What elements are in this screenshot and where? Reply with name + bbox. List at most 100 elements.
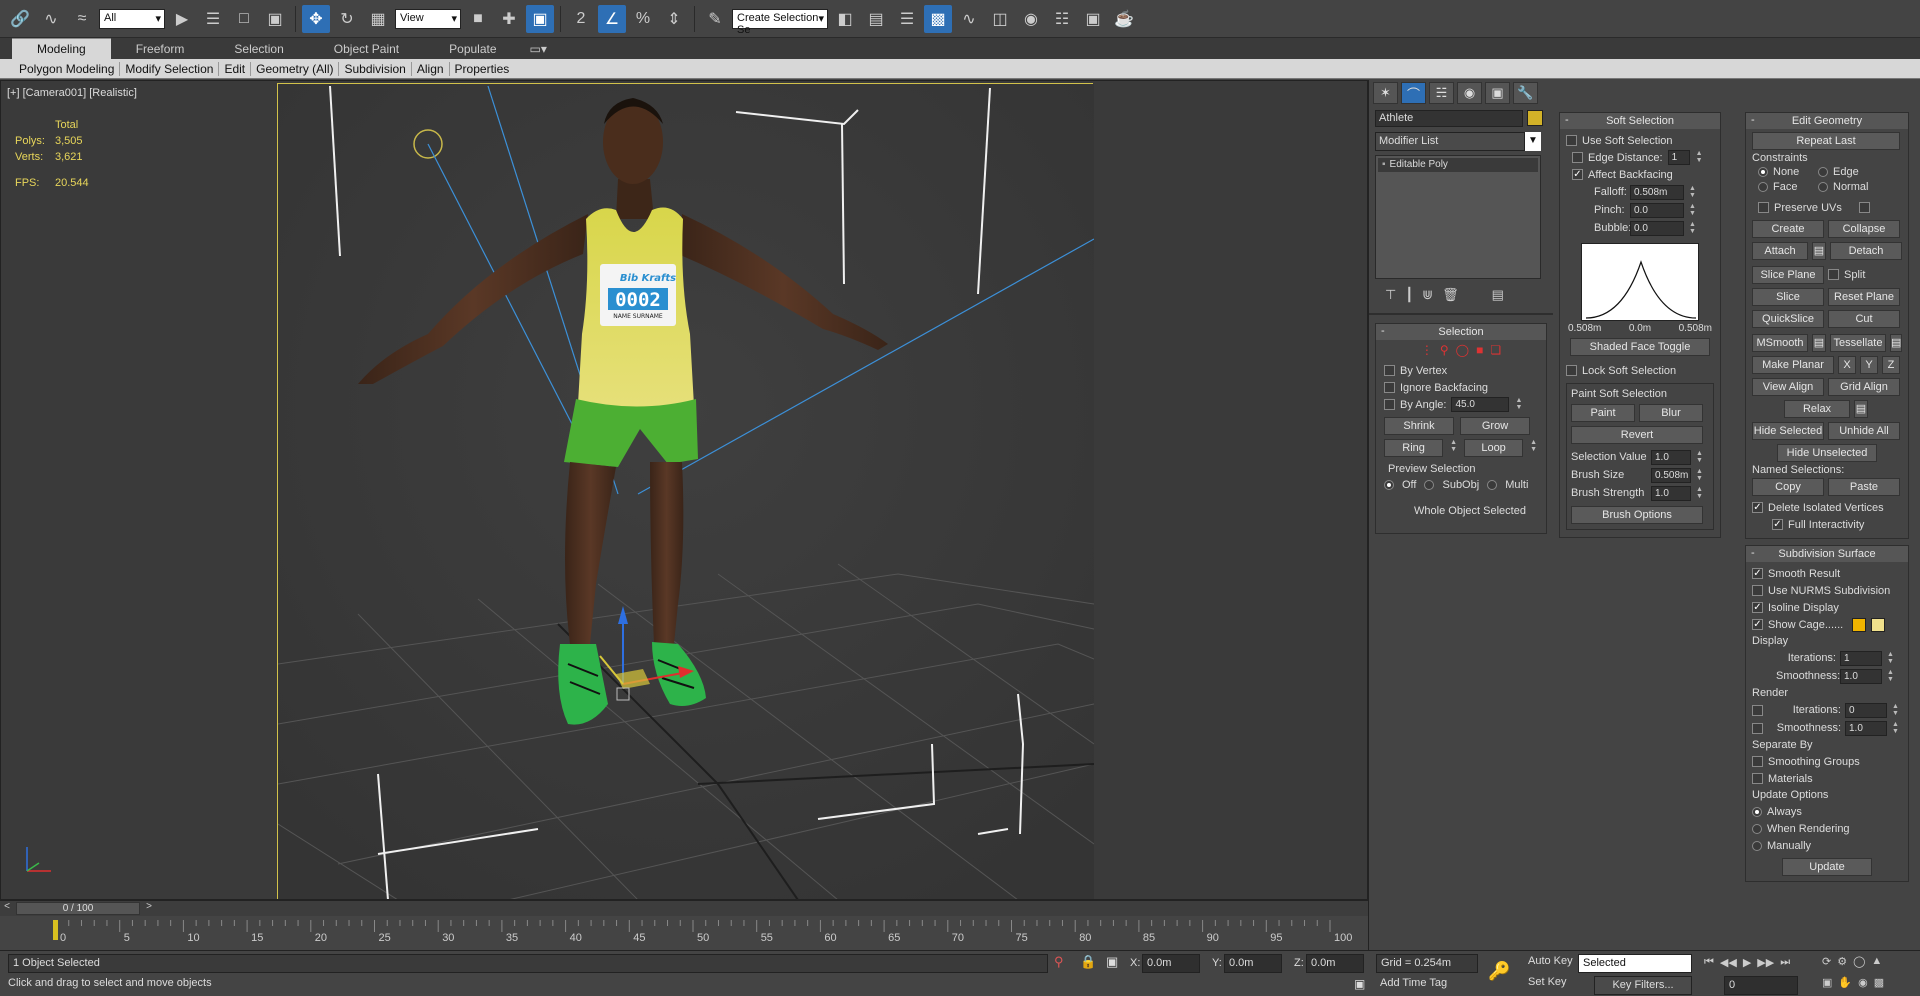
selection-filter-dropdown[interactable]: All	[99, 8, 165, 29]
orbit-icon[interactable]: ◯	[1853, 955, 1865, 968]
blur-button[interactable]: Blur	[1639, 404, 1703, 422]
update-always-radio[interactable]	[1752, 806, 1762, 817]
use-nurms-checkbox[interactable]	[1752, 585, 1763, 596]
paint-button[interactable]: Paint	[1571, 404, 1635, 422]
subdivision-title[interactable]: Subdivision Surface	[1746, 545, 1908, 562]
display-smoothness-field[interactable]: 1.0	[1840, 668, 1882, 684]
modifier-list-dropdown[interactable]: Modifier List	[1375, 132, 1525, 151]
tessellate-settings-icon[interactable]: ▤	[1890, 334, 1902, 352]
render-iterations-checkbox[interactable]	[1752, 704, 1763, 716]
x-coordinate-field[interactable]: 0.0m	[1142, 954, 1200, 973]
layer-explorer-icon[interactable]: ☰	[893, 5, 921, 33]
select-by-name-icon[interactable]: ☰	[199, 5, 227, 33]
modify-tab-icon[interactable]: ⌒	[1401, 82, 1426, 104]
time-slider[interactable]: < 0 / 100 >	[0, 900, 1368, 916]
play-icon[interactable]: ▶	[1743, 956, 1751, 969]
hierarchy-tab-icon[interactable]: ☵	[1429, 82, 1454, 104]
brush-size-field[interactable]: 0.508m	[1651, 467, 1691, 483]
constraint-edge-radio[interactable]	[1818, 167, 1828, 177]
planar-y-button[interactable]: Y	[1860, 356, 1878, 374]
create-button[interactable]: Create	[1752, 220, 1824, 238]
detach-button[interactable]: Detach	[1830, 242, 1902, 260]
display-iterations-spinner[interactable]: ▲ ▼	[1886, 651, 1895, 666]
tab-freeform[interactable]: Freeform	[111, 39, 210, 59]
tab-populate[interactable]: Populate	[424, 39, 521, 59]
select-object-icon[interactable]: ▶	[168, 5, 196, 33]
ring-button[interactable]: Ring	[1384, 439, 1444, 457]
full-interactivity-checkbox[interactable]: ✓	[1772, 519, 1783, 530]
loop-spinner[interactable]: ▲ ▼	[1529, 439, 1538, 454]
bind-spacewarp-icon[interactable]: ≈	[68, 5, 96, 33]
by-angle-field[interactable]: 45.0	[1451, 397, 1510, 412]
quickslice-button[interactable]: QuickSlice	[1752, 310, 1824, 328]
angle-snap-icon[interactable]: ∠	[598, 4, 626, 33]
zoom-icon[interactable]: ⟳	[1822, 955, 1831, 968]
keyboard-shortcut-override-icon[interactable]: ▣	[526, 4, 554, 33]
edit-named-sets-icon[interactable]: ✎	[701, 5, 729, 33]
key-icon[interactable]: 🔑	[1488, 961, 1510, 982]
grow-button[interactable]: Grow	[1460, 417, 1530, 435]
pin-stack-icon[interactable]: ⊤	[1385, 287, 1396, 303]
display-tab-icon[interactable]: ▣	[1485, 82, 1510, 104]
border-mode-icon[interactable]: ◯	[1456, 343, 1469, 357]
align-icon[interactable]: ▤	[862, 5, 890, 33]
brush-size-spinner[interactable]: ▲ ▼	[1695, 468, 1704, 483]
use-soft-selection-checkbox[interactable]	[1566, 135, 1577, 146]
edge-distance-field[interactable]: 1	[1667, 150, 1690, 165]
brush-strength-field[interactable]: 1.0	[1651, 485, 1691, 501]
ribbon-toggle-icon[interactable]: ▩	[924, 4, 952, 33]
grid-align-button[interactable]: Grid Align	[1828, 378, 1900, 396]
percent-snap-toggle[interactable]: %	[629, 5, 657, 33]
constraint-face-radio[interactable]	[1758, 182, 1768, 192]
update-button[interactable]: Update	[1782, 858, 1872, 876]
falloff-field[interactable]: 0.508m	[1630, 184, 1684, 200]
selection-value-spinner[interactable]: ▲ ▼	[1695, 450, 1704, 465]
go-to-start-icon[interactable]: ⏮	[1704, 956, 1714, 969]
display-iterations-field[interactable]: 1	[1840, 650, 1882, 666]
msmooth-button[interactable]: MSmooth	[1752, 334, 1808, 352]
render-smoothness-spinner[interactable]: ▲ ▼	[1891, 721, 1900, 736]
scale-icon[interactable]: ▦	[364, 5, 392, 33]
mirror-icon[interactable]: ◧	[831, 5, 859, 33]
ribbon-polygon-modeling[interactable]: Polygon Modeling	[14, 61, 121, 76]
stack-item-editable-poly[interactable]: Editable Poly	[1390, 158, 1448, 172]
view-align-button[interactable]: View Align	[1752, 378, 1824, 396]
ribbon-subdivision[interactable]: Subdivision	[339, 61, 412, 76]
edge-distance-checkbox[interactable]	[1572, 152, 1583, 163]
show-cage-checkbox[interactable]: ✓	[1752, 619, 1763, 630]
edge-mode-icon[interactable]: ⚲	[1440, 343, 1449, 357]
field-of-view-icon[interactable]: ▲	[1871, 955, 1882, 968]
time-prev-icon[interactable]: <	[0, 901, 14, 916]
bubble-field[interactable]: 0.0	[1630, 220, 1684, 236]
by-vertex-checkbox[interactable]	[1384, 365, 1395, 376]
select-manipulate-icon[interactable]: ✚	[495, 5, 523, 33]
planar-z-button[interactable]: Z	[1882, 356, 1900, 374]
material-editor-icon[interactable]: ◉	[1017, 5, 1045, 33]
pivot-center-icon[interactable]: ■	[464, 5, 492, 33]
tab-selection[interactable]: Selection	[209, 39, 308, 59]
relax-button[interactable]: Relax	[1784, 400, 1850, 418]
tab-object-paint[interactable]: Object Paint	[309, 39, 424, 59]
curve-editor-icon[interactable]: ∿	[955, 5, 983, 33]
paste-button[interactable]: Paste	[1828, 478, 1900, 496]
remove-modifier-icon[interactable]: 🗑	[1442, 287, 1459, 303]
selection-rollout-title[interactable]: Selection	[1376, 323, 1546, 340]
render-smoothness-checkbox[interactable]	[1752, 722, 1763, 734]
brush-options-button[interactable]: Brush Options	[1571, 506, 1703, 524]
ribbon-options-icon[interactable]: ▭▾	[522, 39, 555, 59]
update-when-rendering-radio[interactable]	[1752, 823, 1762, 834]
named-selection-dropdown[interactable]: Create Selection Se	[732, 8, 828, 36]
cage-color-swatch[interactable]	[1852, 617, 1867, 632]
shrink-button[interactable]: Shrink	[1384, 417, 1454, 435]
attach-button[interactable]: Attach	[1752, 242, 1808, 260]
create-tab-icon[interactable]: ✶	[1373, 82, 1398, 104]
planar-x-button[interactable]: X	[1838, 356, 1856, 374]
vertex-mode-icon[interactable]: ⋮	[1421, 343, 1433, 357]
next-frame-icon[interactable]: ▶▶	[1757, 956, 1774, 969]
ribbon-modify-selection[interactable]: Modify Selection	[120, 61, 220, 76]
loop-button[interactable]: Loop	[1464, 439, 1524, 457]
msmooth-settings-icon[interactable]: ▤	[1812, 334, 1826, 352]
maximize-viewport-icon[interactable]: ▩	[1874, 976, 1884, 989]
make-planar-button[interactable]: Make Planar	[1752, 356, 1834, 374]
brush-strength-spinner[interactable]: ▲ ▼	[1695, 486, 1704, 501]
